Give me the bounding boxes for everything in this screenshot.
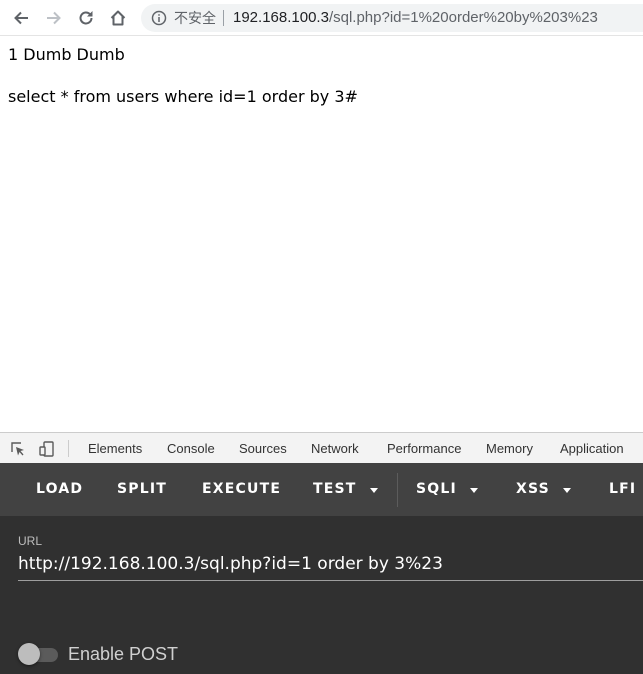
- execute-button[interactable]: EXECUTE: [202, 481, 281, 498]
- back-button[interactable]: [9, 6, 33, 30]
- test-menu-button[interactable]: TEST: [313, 481, 357, 498]
- tab-sources[interactable]: Sources: [239, 441, 287, 457]
- hackbar-menu: LOAD SPLIT EXECUTE TEST SQLI XSS LFI: [0, 463, 643, 516]
- inspect-element-icon[interactable]: [9, 440, 27, 458]
- url-path: /sql.php?id=1%20order%20by%203%23: [328, 9, 598, 26]
- home-icon: [110, 10, 126, 26]
- sql-query-text: select * from users where id=1 order by …: [8, 87, 358, 106]
- device-toolbar-icon[interactable]: [38, 440, 56, 458]
- home-button[interactable]: [106, 6, 130, 30]
- enable-post-toggle[interactable]: [18, 643, 60, 665]
- tab-performance[interactable]: Performance: [387, 441, 461, 457]
- tab-memory[interactable]: Memory: [486, 441, 533, 457]
- address-url[interactable]: 192.168.100.3/sql.php?id=1%20order%20by%…: [233, 9, 598, 27]
- security-status[interactable]: 不安全: [174, 10, 216, 26]
- back-icon: [14, 11, 28, 25]
- xss-dropdown-icon[interactable]: [563, 488, 571, 493]
- sqli-dropdown-icon[interactable]: [470, 488, 478, 493]
- forward-button[interactable]: [42, 6, 66, 30]
- tab-network[interactable]: Network: [311, 441, 359, 457]
- tab-console[interactable]: Console: [167, 441, 215, 457]
- devtools-tabbar: Elements Console Sources Network Perform…: [0, 432, 643, 463]
- hackbar-menu-divider: [397, 473, 398, 507]
- query-result-text: 1 Dumb Dumb: [8, 45, 125, 64]
- toggle-thumb: [18, 643, 40, 665]
- url-input[interactable]: http://192.168.100.3/sql.php?id=1 order …: [18, 553, 443, 575]
- url-field-label: URL: [18, 534, 43, 548]
- reload-icon: [79, 11, 93, 25]
- test-dropdown-icon[interactable]: [370, 488, 378, 493]
- browser-toolbar: 不安全 192.168.100.3/sql.php?id=1%20order%2…: [0, 0, 643, 36]
- info-icon[interactable]: [151, 10, 167, 26]
- url-host: 192.168.100.3: [233, 9, 329, 26]
- reload-button[interactable]: [74, 6, 98, 30]
- url-input-underline: [18, 580, 643, 581]
- devtools-divider: [68, 440, 69, 457]
- tab-elements[interactable]: Elements: [88, 441, 142, 457]
- xss-menu-button[interactable]: XSS: [516, 481, 550, 498]
- address-divider: [223, 10, 224, 26]
- lfi-menu-button[interactable]: LFI: [609, 481, 636, 498]
- split-button[interactable]: SPLIT: [117, 481, 167, 498]
- tab-application[interactable]: Application: [560, 441, 624, 457]
- sqli-menu-button[interactable]: SQLI: [416, 481, 457, 498]
- enable-post-label[interactable]: Enable POST: [68, 644, 178, 664]
- address-bar[interactable]: 不安全 192.168.100.3/sql.php?id=1%20order%2…: [141, 4, 643, 32]
- forward-icon: [47, 11, 61, 25]
- load-button[interactable]: LOAD: [36, 481, 83, 498]
